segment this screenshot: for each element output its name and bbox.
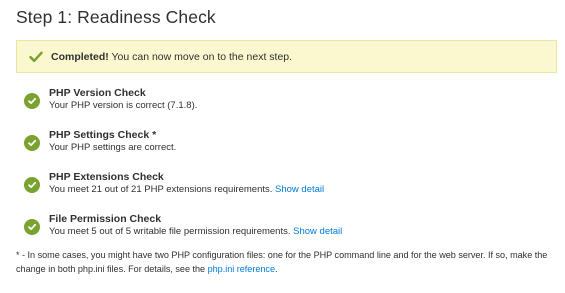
- php-version-check-title: PHP Version Check: [49, 87, 146, 99]
- php-settings-check-content: PHP Settings Check * Your PHP settings a…: [49, 129, 176, 154]
- success-check-icon: [24, 93, 40, 109]
- readiness-check-page: Step 1: Readiness Check Completed! You c…: [0, 0, 565, 293]
- php-extensions-check-title: PHP Extensions Check: [49, 171, 164, 183]
- footnote-period: .: [275, 264, 278, 274]
- php-settings-check-description: Your PHP settings are correct.: [49, 142, 177, 153]
- php-version-check-description: Your PHP version is correct (7.1.8).: [49, 100, 198, 111]
- php-version-check-content: PHP Version Check Your PHP version is co…: [49, 87, 197, 112]
- footnote-text: * - In some cases, you might have two PH…: [16, 250, 548, 274]
- success-check-icon: [24, 219, 40, 235]
- php-ini-reference-link[interactable]: php.ini reference: [208, 264, 275, 274]
- file-permission-check: File Permission Check You meet 5 out of …: [24, 213, 558, 238]
- php-settings-check-title: PHP Settings Check *: [49, 129, 157, 141]
- php-settings-check: PHP Settings Check * Your PHP settings a…: [24, 129, 558, 154]
- success-check-icon: [24, 177, 40, 193]
- php-extensions-check-description-text: You meet 21 out of 21 PHP extensions req…: [49, 184, 276, 195]
- page-title: Step 1: Readiness Check: [16, 7, 216, 27]
- checkmark-icon: [29, 50, 43, 64]
- php-configuration-footnote: * - In some cases, you might have two PH…: [16, 248, 557, 276]
- php-version-check: PHP Version Check Your PHP version is co…: [24, 87, 558, 112]
- php-extensions-check-description: You meet 21 out of 21 PHP extensions req…: [49, 183, 324, 196]
- completed-description: You can now move on to the next step.: [108, 50, 293, 63]
- file-permission-check-description-text: You meet 5 out of 5 writable file permis…: [49, 226, 294, 237]
- php-extensions-check: PHP Extensions Check You meet 21 out of …: [24, 171, 558, 196]
- completed-message-banner: Completed! You can now move on to the ne…: [16, 40, 557, 73]
- file-permission-check-title: File Permission Check: [49, 213, 162, 225]
- readiness-check-list: PHP Version Check Your PHP version is co…: [16, 87, 558, 238]
- php-extensions-check-content: PHP Extensions Check You meet 21 out of …: [49, 171, 324, 196]
- php-extensions-show-detail-link[interactable]: Show detail: [275, 184, 324, 195]
- completed-label: Completed!: [51, 50, 109, 63]
- file-permission-check-description: You meet 5 out of 5 writable file permis…: [49, 225, 342, 238]
- success-check-icon: [24, 135, 40, 151]
- completed-message: Completed! You can now move on to the ne…: [51, 50, 292, 64]
- file-permission-check-content: File Permission Check You meet 5 out of …: [49, 213, 342, 238]
- file-permission-show-detail-link[interactable]: Show detail: [293, 226, 342, 237]
